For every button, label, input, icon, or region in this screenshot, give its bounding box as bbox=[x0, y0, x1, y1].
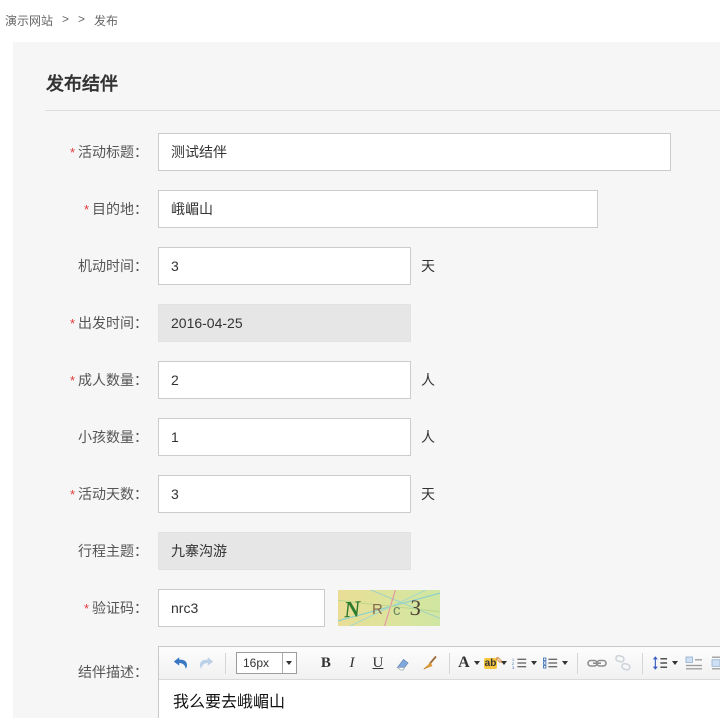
remove-link-icon[interactable] bbox=[612, 651, 634, 675]
destination-input[interactable] bbox=[158, 190, 598, 228]
field-label: *活动标题： bbox=[45, 142, 158, 162]
undo-icon[interactable] bbox=[169, 651, 191, 675]
field-row-trip-theme: 行程主题： bbox=[45, 532, 720, 570]
italic-button[interactable]: I bbox=[341, 651, 363, 675]
breadcrumb-separator: > bbox=[78, 12, 85, 26]
required-asterisk: * bbox=[84, 202, 89, 217]
font-color-button[interactable]: A bbox=[458, 651, 480, 675]
breadcrumb-current[interactable]: 发布 bbox=[94, 12, 118, 29]
flexible-time-input[interactable] bbox=[158, 247, 411, 285]
child-count-input[interactable] bbox=[158, 418, 411, 456]
required-asterisk: * bbox=[70, 316, 75, 331]
unit-label-days: 天 bbox=[421, 484, 435, 504]
publish-form: *活动标题： *目的地： 机动时间： 天 *出发时间： *成人数量： 人 小孩数… bbox=[45, 133, 720, 718]
field-label: *成人数量： bbox=[45, 370, 158, 390]
eraser-icon[interactable] bbox=[393, 651, 415, 675]
field-label: 结伴描述： bbox=[45, 646, 158, 682]
captcha-letter: c bbox=[393, 602, 401, 619]
captcha-image[interactable]: N R c 3 bbox=[338, 590, 440, 626]
pencil-icon: ✎ bbox=[495, 656, 503, 667]
required-asterisk: * bbox=[84, 601, 89, 616]
captcha-letter: 3 bbox=[409, 595, 422, 621]
ordered-list-button[interactable]: 1 2 3 bbox=[511, 651, 538, 675]
required-asterisk: * bbox=[70, 373, 75, 388]
highlight-color-button[interactable]: ab✎ bbox=[484, 651, 507, 675]
unit-label-people: 人 bbox=[421, 427, 435, 447]
activity-days-input[interactable] bbox=[158, 475, 411, 513]
chevron-down-icon bbox=[672, 661, 678, 665]
chevron-down-icon bbox=[531, 661, 537, 665]
toolbar-separator bbox=[577, 653, 578, 674]
field-label: 机动时间： bbox=[45, 256, 158, 276]
bullet-list-button[interactable] bbox=[542, 651, 569, 675]
insert-link-icon[interactable] bbox=[586, 651, 608, 675]
field-row-adult-count: *成人数量： 人 bbox=[45, 361, 720, 399]
toolbar-separator bbox=[449, 653, 450, 674]
captcha-letter: R bbox=[372, 601, 383, 618]
chevron-down-icon bbox=[282, 653, 296, 673]
field-label: *出发时间： bbox=[45, 313, 158, 333]
activity-title-input[interactable] bbox=[158, 133, 671, 171]
format-brush-icon[interactable] bbox=[419, 651, 441, 675]
publish-panel: 发布结伴 *活动标题： *目的地： 机动时间： 天 *出发时间： *成人数量： … bbox=[13, 42, 720, 718]
breadcrumb-home[interactable]: 演示网站 bbox=[5, 12, 53, 29]
field-label: 小孩数量： bbox=[45, 427, 158, 447]
fontsize-select[interactable]: 16px bbox=[236, 652, 297, 674]
editor-content[interactable]: 我么要去峨嵋山 bbox=[159, 680, 720, 718]
breadcrumb-separator: > bbox=[62, 12, 69, 26]
field-label: *验证码： bbox=[45, 598, 158, 618]
field-row-child-count: 小孩数量： 人 bbox=[45, 418, 720, 456]
departure-date-input[interactable] bbox=[158, 304, 411, 342]
bold-button[interactable]: B bbox=[315, 651, 337, 675]
svg-text:3: 3 bbox=[512, 666, 514, 670]
field-row-destination: *目的地： bbox=[45, 190, 720, 228]
field-label: *目的地： bbox=[45, 199, 158, 219]
unit-label-days: 天 bbox=[421, 256, 435, 276]
field-label: 行程主题： bbox=[45, 541, 158, 561]
editor-toolbar: 16px B I U bbox=[159, 647, 720, 680]
captcha-input[interactable] bbox=[158, 589, 325, 627]
adult-count-input[interactable] bbox=[158, 361, 411, 399]
field-row-departure-date: *出发时间： bbox=[45, 304, 720, 342]
chevron-down-icon bbox=[474, 661, 480, 665]
indent-paragraph-icon[interactable] bbox=[709, 651, 720, 675]
required-asterisk: * bbox=[70, 487, 75, 502]
field-row-captcha: *验证码： N R c 3 bbox=[45, 589, 720, 627]
toolbar-separator bbox=[642, 653, 643, 674]
field-row-activity-title: *活动标题： bbox=[45, 133, 720, 171]
captcha-letter: N bbox=[342, 596, 363, 622]
underline-button[interactable]: U bbox=[367, 651, 389, 675]
rich-text-editor: 16px B I U bbox=[158, 646, 720, 718]
page-title: 发布结伴 bbox=[45, 72, 720, 111]
field-row-activity-days: *活动天数： 天 bbox=[45, 475, 720, 513]
fontsize-value: 16px bbox=[237, 656, 282, 670]
redo-icon[interactable] bbox=[195, 651, 217, 675]
unit-label-people: 人 bbox=[421, 370, 435, 390]
trip-theme-input[interactable] bbox=[158, 532, 411, 570]
breadcrumb: 演示网站 > > 发布 bbox=[0, 0, 720, 42]
toolbar-separator bbox=[225, 653, 226, 674]
field-row-flexible-time: 机动时间： 天 bbox=[45, 247, 720, 285]
field-row-description: 结伴描述： 16px B bbox=[45, 646, 720, 718]
field-label: *活动天数： bbox=[45, 484, 158, 504]
required-asterisk: * bbox=[70, 145, 75, 160]
line-height-button[interactable] bbox=[651, 651, 679, 675]
indent-first-line-icon[interactable] bbox=[683, 651, 705, 675]
chevron-down-icon bbox=[562, 661, 568, 665]
